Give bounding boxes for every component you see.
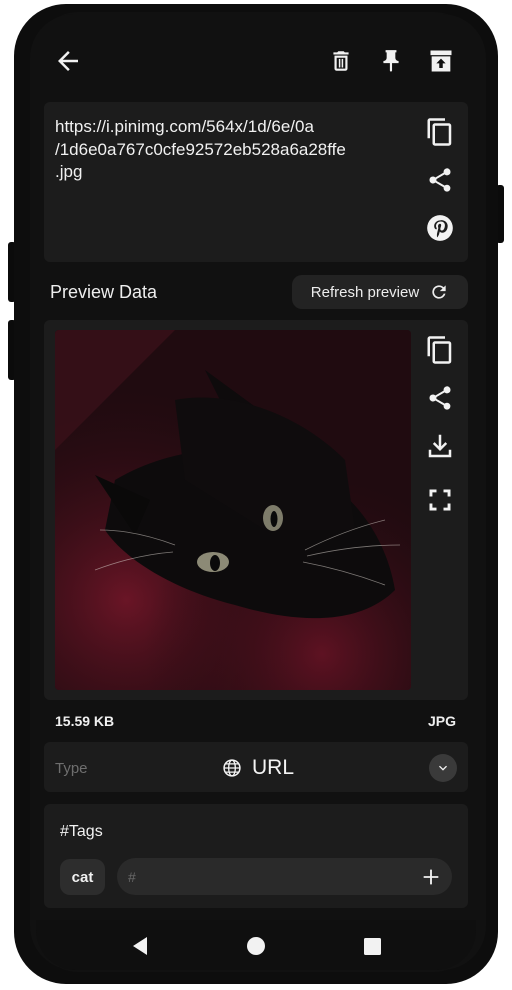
file-size: 15.59 KB [55,713,115,729]
download-image-button[interactable] [422,428,458,464]
archive-icon [430,50,452,72]
file-type: JPG [428,713,457,729]
type-value-text: URL [252,756,295,779]
url-text[interactable]: https://i.pinimg.com/564x/1d/6e/0a /1d6e… [55,116,400,184]
url-line: /1d6e0a767c0cfe92572eb528a6a28ffe [55,139,346,159]
url-line: .jpg [55,162,83,181]
refresh-preview-label: Refresh preview [310,283,420,301]
preview-image[interactable] [55,330,411,690]
nav-back-button[interactable] [126,932,154,960]
add-tag-button[interactable] [416,862,446,892]
url-line: https://i.pinimg.com/564x/1d/6e/0a [55,117,314,136]
refresh-icon [432,285,446,299]
globe-icon [223,759,241,777]
trash-icon [333,51,349,71]
copy-icon [427,336,452,364]
tag-input[interactable] [117,858,452,895]
back-triangle-icon [133,937,147,955]
chevron-down-icon [439,765,447,771]
fullscreen-icon [429,489,451,511]
pinterest-button[interactable] [422,210,458,246]
nav-recents-button[interactable] [358,932,386,960]
share-icon [429,168,451,192]
copy-icon [427,118,452,146]
copy-url-button[interactable] [422,114,458,150]
home-circle-icon [247,937,265,955]
archive-button[interactable] [424,44,458,78]
preview-section-title: Preview Data [50,282,158,302]
tag-input-placeholder: # [128,869,136,885]
copy-image-button[interactable] [422,332,458,368]
download-icon [428,434,452,458]
recents-square-icon [363,937,381,955]
nav-home-button[interactable] [242,932,270,960]
pin-icon [383,50,399,72]
arrow-left-icon [58,51,78,71]
tags-title: #Tags [60,823,103,840]
type-label: Type [55,760,88,777]
back-button[interactable] [50,43,86,79]
delete-button[interactable] [324,44,358,78]
share-image-button[interactable] [422,380,458,416]
tag-chip[interactable]: cat [60,859,105,895]
share-icon [429,386,451,410]
type-dropdown-button[interactable] [429,754,457,782]
share-url-button[interactable] [422,162,458,198]
pinterest-icon [427,215,453,241]
pin-button[interactable] [374,44,408,78]
refresh-preview-button[interactable]: Refresh preview [292,275,468,309]
type-value: URL [222,756,294,780]
cat-photo-art [55,330,411,690]
fullscreen-button[interactable] [422,482,458,518]
plus-icon [423,869,439,885]
